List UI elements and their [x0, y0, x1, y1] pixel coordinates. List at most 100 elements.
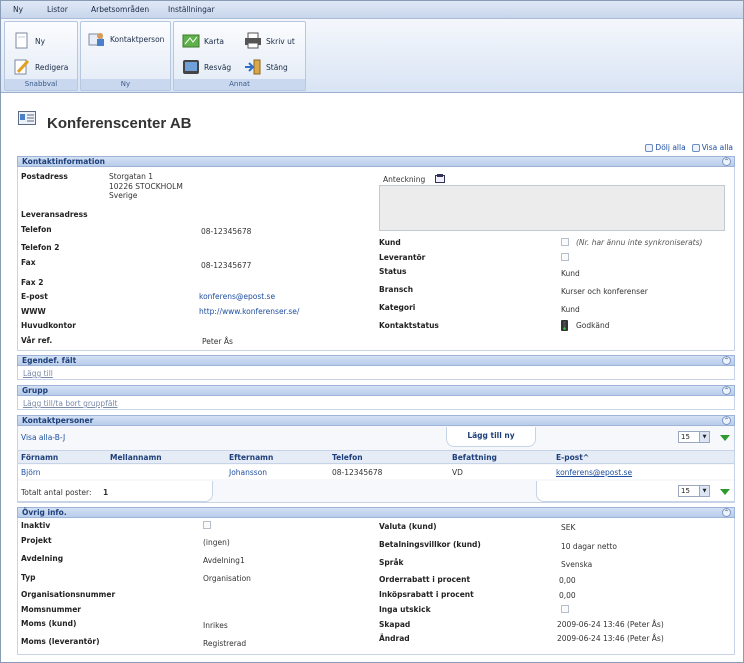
leverantor-checkbox[interactable] — [561, 253, 569, 261]
collapse-all-icon — [645, 144, 654, 152]
note-edit-icon[interactable] — [435, 174, 445, 185]
section-header-ovrig[interactable]: Övrig info. ⌃ — [17, 507, 735, 518]
valuta-value: SEK — [561, 523, 576, 532]
telefon2-label: Telefon 2 — [21, 243, 60, 252]
section-title: Grupp — [22, 386, 48, 395]
collapse-icon[interactable]: ⌃ — [722, 386, 731, 395]
andrad-label: Ändrad — [379, 634, 410, 643]
filter-letters[interactable]: Visa alla-B-J — [21, 433, 65, 442]
green-down-arrow-icon[interactable] — [720, 489, 730, 495]
postadress-line-3: Sverige — [109, 191, 138, 200]
menu-installningar[interactable]: Inställningar — [168, 5, 215, 14]
betalningsvillkor-label: Betalningsvillkor (kund) — [379, 540, 481, 549]
menu-arbetsomraden[interactable]: Arbetsområden — [91, 5, 149, 14]
valuta-label: Valuta (kund) — [379, 522, 437, 531]
moms-kund-value: Inrikes — [203, 621, 228, 630]
contact-person-button[interactable]: Kontaktperson — [88, 30, 164, 48]
close-door-arrow-icon — [244, 58, 262, 76]
anteckning-label: Anteckning — [383, 175, 426, 184]
collapse-icon[interactable]: ⌃ — [722, 416, 731, 425]
dropdown-arrow-icon: ▼ — [699, 486, 709, 496]
print-button[interactable]: Skriv ut — [244, 32, 295, 50]
route-button[interactable]: Resväg — [182, 58, 231, 76]
col-epost[interactable]: E-post^ — [556, 453, 589, 462]
postadress-label: Postadress — [21, 172, 68, 181]
new-document-icon — [13, 32, 31, 50]
edit-group-fields-link[interactable]: Lägg till/ta bort gruppfält — [23, 399, 117, 408]
ribbon-group-snabbval: Ny Redigera Snabbval — [4, 21, 78, 91]
varref-label: Vår ref. — [21, 336, 53, 345]
cell-efternamn[interactable]: Johansson — [229, 468, 267, 477]
ribbon-group-label: Annat — [174, 79, 305, 90]
company-card-icon — [18, 111, 36, 125]
collapse-icon[interactable]: ⌃ — [722, 508, 731, 517]
fax-value: 08-12345677 — [201, 261, 252, 270]
section-header-kontaktinformation[interactable]: Kontaktinformation ⌃ — [17, 156, 735, 167]
collapse-icon[interactable]: ⌃ — [722, 157, 731, 166]
new-button[interactable]: Ny — [13, 32, 45, 50]
edit-button[interactable]: Redigera — [13, 58, 68, 76]
add-contact-button[interactable]: Lägg till ny — [446, 427, 536, 447]
close-button[interactable]: Stäng — [244, 58, 288, 76]
section-body-grupp — [17, 396, 735, 410]
kund-note: (Nr. har ännu inte synkroniserats) — [576, 238, 703, 247]
section-header-grupp[interactable]: Grupp ⌃ — [17, 385, 735, 396]
col-efternamn[interactable]: Efternamn — [229, 453, 273, 462]
epost-link[interactable]: konferens@epost.se — [199, 292, 275, 301]
collapse-icon[interactable]: ⌃ — [722, 356, 731, 365]
add-custom-field-link[interactable]: Lägg till — [23, 369, 53, 378]
col-mellannamn[interactable]: Mellannamn — [110, 453, 162, 462]
moms-kund-label: Moms (kund) — [21, 619, 77, 628]
inga-utskick-checkbox[interactable] — [561, 605, 569, 613]
col-telefon[interactable]: Telefon — [332, 453, 363, 462]
momsnummer-label: Momsnummer — [21, 605, 81, 614]
skapad-value: 2009-06-24 13:46 (Peter Ås) — [557, 620, 664, 629]
menu-ny[interactable]: Ny — [13, 5, 23, 14]
sprak-value: Svenska — [561, 560, 593, 569]
menu-listor[interactable]: Listor — [47, 5, 68, 14]
inaktiv-label: Inaktiv — [21, 521, 51, 530]
map-label: Karta — [204, 36, 225, 46]
inga-utskick-label: Inga utskick — [379, 605, 431, 614]
moms-leverantor-label: Moms (leverantör) — [21, 637, 100, 646]
page-size-select-top[interactable]: 15 ▼ — [678, 431, 710, 443]
page-size-value: 15 — [681, 487, 690, 495]
total-label: Totalt antal poster: — [21, 488, 92, 497]
inaktiv-checkbox[interactable] — [203, 521, 211, 529]
green-down-arrow-icon[interactable] — [720, 435, 730, 441]
inkopsrabatt-label: Inköpsrabatt i procent — [379, 590, 474, 599]
status-label: Status — [379, 267, 407, 276]
cell-fornamn[interactable]: Björn — [21, 468, 41, 477]
section-header-egendef[interactable]: Egendef. fält ⌃ — [17, 355, 735, 366]
page-size-select-bottom[interactable]: 15 ▼ — [678, 485, 710, 497]
show-all-link[interactable]: Visa alla — [691, 143, 733, 152]
note-textarea[interactable] — [379, 185, 725, 231]
cell-epost[interactable]: konferens@epost.se — [556, 468, 632, 477]
kategori-label: Kategori — [379, 303, 416, 312]
cell-befattning: VD — [452, 468, 463, 477]
bransch-value: Kurser och konferenser — [561, 287, 648, 296]
moms-leverantor-value: Registrerad — [203, 639, 247, 648]
col-befattning[interactable]: Befattning — [452, 453, 497, 462]
hide-all-link[interactable]: Dölj alla — [645, 143, 686, 152]
inkopsrabatt-value: 0,00 — [559, 591, 576, 600]
sprak-label: Språk — [379, 558, 404, 567]
section-header-kontaktpersoner[interactable]: Kontaktpersoner ⌃ — [17, 415, 735, 426]
col-fornamn[interactable]: Förnamn — [21, 453, 58, 462]
andrad-value: 2009-06-24 13:46 (Peter Ås) — [557, 634, 664, 643]
map-icon — [182, 32, 200, 50]
www-link[interactable]: http://www.konferenser.se/ — [199, 307, 299, 316]
menu-bar: Ny Listor Arbetsområden Inställningar — [1, 1, 743, 19]
kund-checkbox[interactable] — [561, 238, 569, 246]
varref-value: Peter Ås — [202, 337, 233, 346]
dropdown-arrow-icon: ▼ — [699, 432, 709, 442]
kategori-value: Kund — [561, 305, 580, 314]
hide-all-label: Dölj alla — [655, 143, 686, 152]
map-button[interactable]: Karta — [182, 32, 224, 50]
route-label: Resväg — [204, 62, 232, 72]
skapad-label: Skapad — [379, 620, 411, 629]
printer-icon — [244, 32, 262, 50]
expand-all-icon — [691, 144, 700, 152]
kontaktstatus-value: Godkänd — [576, 321, 610, 330]
avdelning-label: Avdelning — [21, 554, 64, 563]
